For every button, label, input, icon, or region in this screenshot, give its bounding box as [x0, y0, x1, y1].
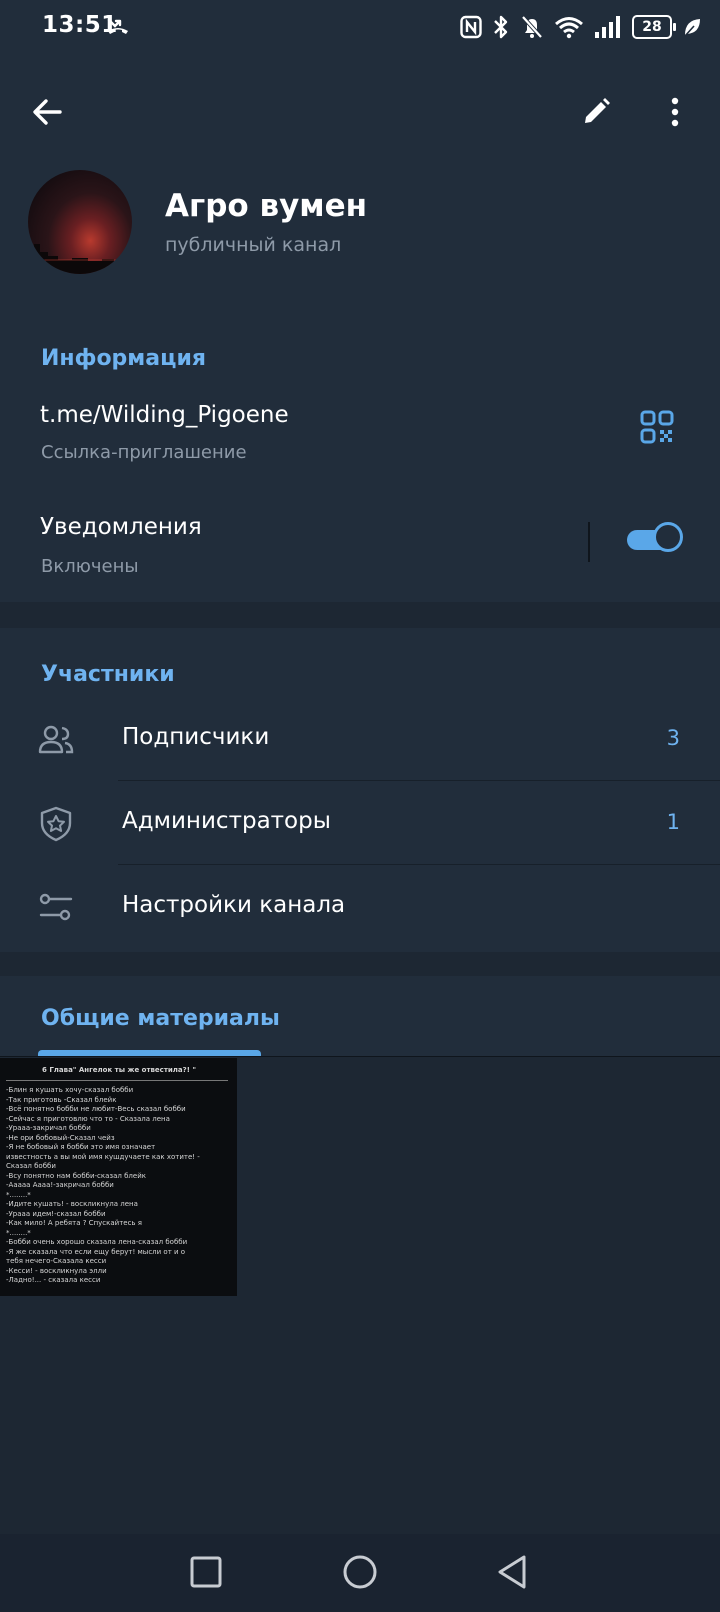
shared-media-thumbnail[interactable]: 6 Глава" Ангелок ты же отвестила?! " -Бл…: [0, 1058, 237, 1296]
bluetooth-icon: [494, 15, 508, 39]
thumbnail-text: -Блин я кушать хочу-сказал бобби -Так пр…: [6, 1086, 200, 1284]
subscribers-label: Подписчики: [122, 724, 270, 750]
thumbnail-title: 6 Глава" Ангелок ты же отвестила?! ": [42, 1066, 196, 1074]
list-divider: [118, 864, 720, 865]
members-section: Участники Подписчики 3 Администраторы 1 …: [0, 628, 720, 952]
tab-shared-materials[interactable]: Общие материалы: [41, 1006, 280, 1031]
toggle-knob: [653, 522, 683, 552]
administrators-label: Администраторы: [122, 808, 331, 834]
leaf-icon: [684, 19, 700, 37]
status-icons: 28: [460, 12, 702, 42]
channel-settings-label: Настройки канала: [122, 892, 346, 918]
profile-header: Агро вумен публичный канал: [0, 56, 720, 310]
members-section-title: Участники: [41, 662, 175, 687]
people-icon: [38, 725, 74, 754]
avatar-skyline-image: [28, 244, 132, 274]
settings-sliders-icon: [39, 893, 73, 921]
channel-name: Агро вумен: [165, 188, 368, 224]
signal-icon: [595, 16, 620, 38]
mute-icon: [521, 15, 543, 39]
channel-avatar[interactable]: [28, 170, 132, 274]
edit-pencil-icon[interactable]: [580, 96, 612, 128]
invite-link[interactable]: t.me/Wilding_Pigoene: [40, 402, 289, 428]
administrators-count: 1: [666, 810, 680, 834]
battery-icon: 28: [632, 15, 676, 39]
notifications-label[interactable]: Уведомления: [40, 514, 202, 540]
back-triangle-icon[interactable]: [494, 1554, 530, 1590]
thumbnail-rule: [6, 1080, 228, 1081]
status-bar: 13:51 28: [0, 0, 720, 56]
nfc-icon: [460, 15, 482, 39]
info-section-title: Информация: [41, 346, 206, 371]
system-nav-bar: [0, 1534, 720, 1612]
notifications-toggle[interactable]: [625, 522, 685, 554]
recents-square-icon[interactable]: [188, 1554, 224, 1590]
battery-level: 28: [642, 19, 662, 35]
wifi-icon: [555, 17, 583, 39]
back-arrow-icon[interactable]: [30, 94, 66, 130]
missed-call-icon: [107, 18, 128, 34]
home-circle-icon[interactable]: [342, 1554, 378, 1590]
channel-type: публичный канал: [165, 234, 342, 256]
qr-code-icon[interactable]: [640, 410, 674, 444]
row-divider: [588, 522, 590, 562]
list-divider: [118, 780, 720, 781]
tab-divider: [0, 1056, 720, 1057]
notifications-state: Включены: [41, 556, 139, 577]
admin-shield-icon: [40, 806, 72, 842]
info-section: Информация t.me/Wilding_Pigoene Ссылка-п…: [0, 310, 720, 602]
subscribers-count: 3: [666, 726, 680, 750]
invite-link-caption: Ссылка-приглашение: [41, 442, 247, 463]
more-vertical-icon[interactable]: [665, 94, 685, 130]
